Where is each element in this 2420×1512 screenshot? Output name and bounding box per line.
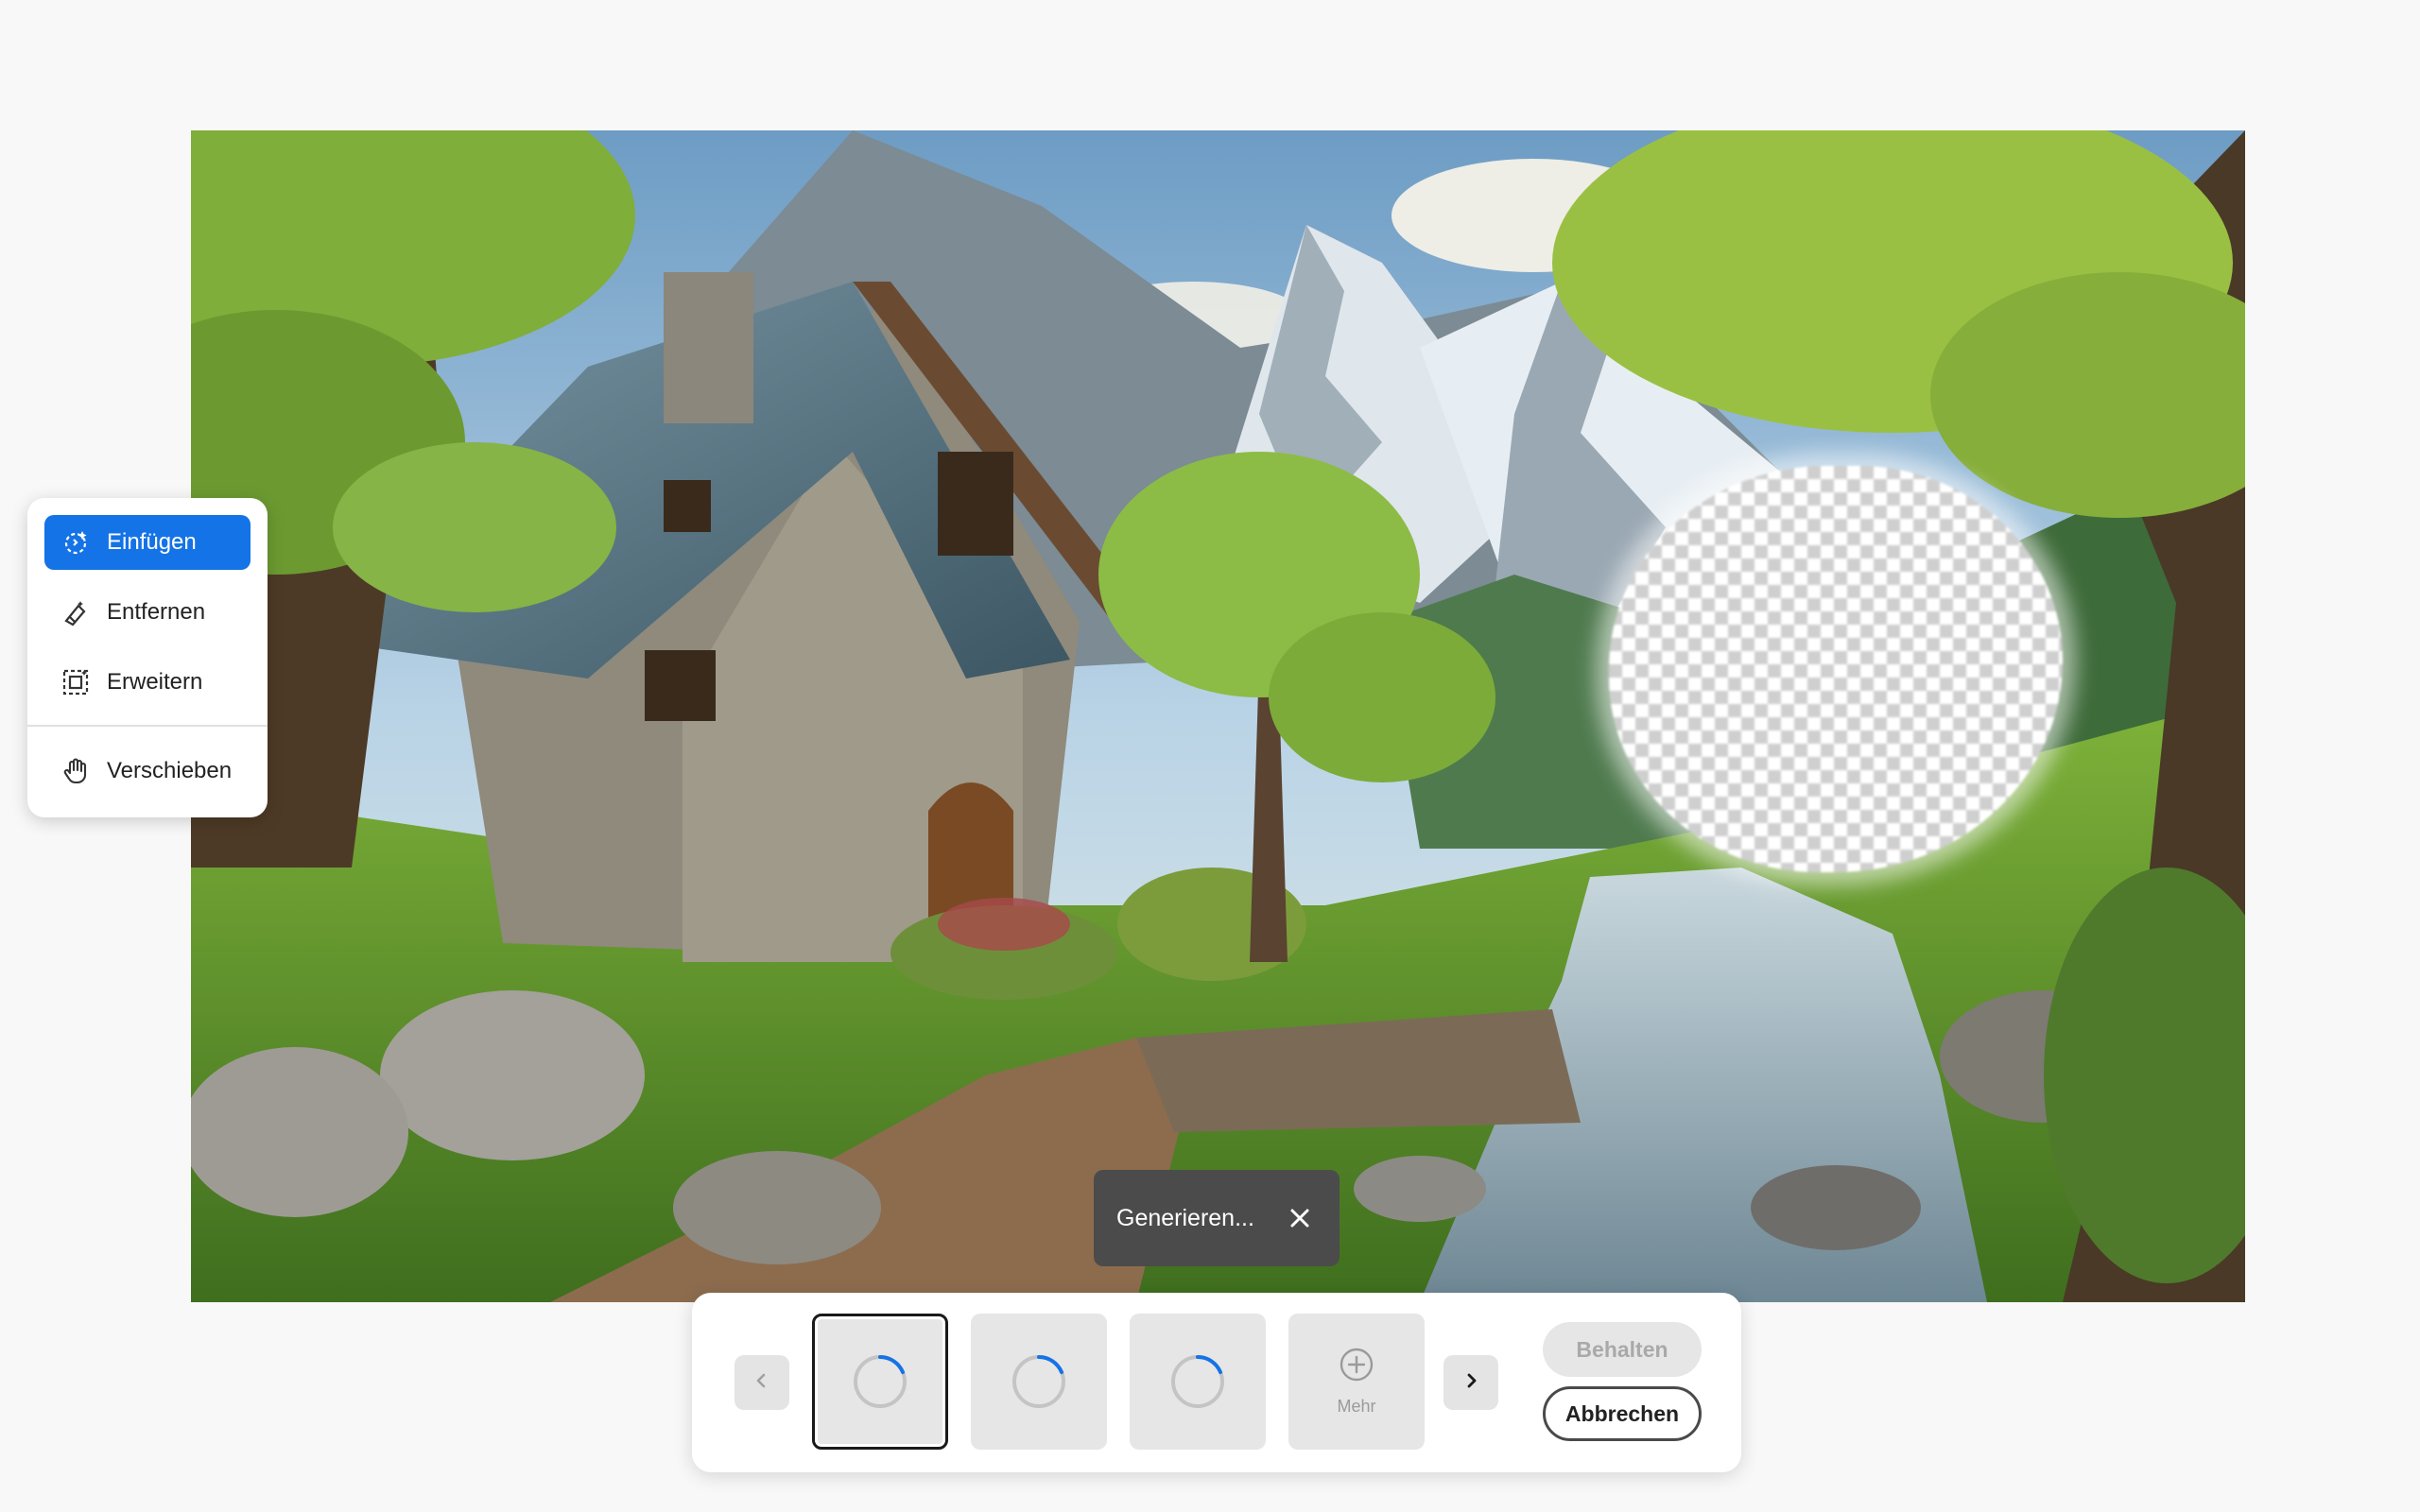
generating-toast: Generieren... [1094,1170,1340,1266]
chevron-left-icon [753,1372,770,1394]
tool-move[interactable]: Verschieben [44,744,251,799]
next-button[interactable] [1443,1355,1498,1410]
tool-expand-label: Erweitern [107,669,203,695]
tool-menu-divider [27,725,268,727]
loading-spinner-icon [854,1355,907,1408]
tool-move-label: Verschieben [107,758,233,783]
tool-remove-label: Entfernen [107,599,206,625]
cancel-button[interactable]: Abbrechen [1543,1386,1702,1441]
hand-icon [60,755,92,787]
tool-expand[interactable]: Erweitern [44,655,251,710]
tool-menu: Einfügen Entfernen Erweitern Verschieben [27,498,268,817]
variation-thumbnail-2[interactable] [971,1314,1107,1450]
tool-insert[interactable]: Einfügen [44,515,251,570]
close-icon[interactable] [1283,1201,1317,1235]
expand-icon [60,666,92,698]
variations-bar: Mehr Behalten Abbrechen [692,1293,1741,1472]
variation-thumbnail-3[interactable] [1130,1314,1266,1450]
variation-thumbnail-1[interactable] [812,1314,948,1450]
chevron-right-icon [1462,1372,1479,1394]
more-label: Mehr [1337,1397,1376,1416]
more-variations-button[interactable]: Mehr [1288,1314,1425,1450]
loading-spinner-icon [1171,1355,1224,1408]
generating-label: Generieren... [1116,1204,1254,1231]
tool-remove[interactable]: Entfernen [44,585,251,640]
erased-transparent-area [1609,466,2063,872]
tool-insert-label: Einfügen [107,529,197,555]
keep-button[interactable]: Behalten [1543,1322,1702,1377]
generative-fill-icon [60,526,92,558]
image-canvas[interactable] [191,130,2245,1302]
eraser-icon [60,596,92,628]
previous-button[interactable] [735,1355,789,1410]
plus-circle-icon [1339,1347,1374,1387]
loading-spinner-icon [1012,1355,1065,1408]
